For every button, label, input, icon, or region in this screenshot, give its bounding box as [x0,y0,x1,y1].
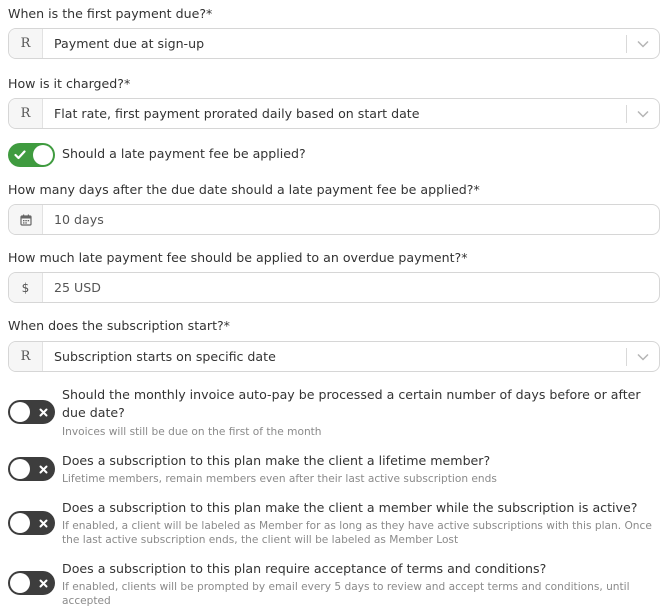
late-fee-toggle[interactable] [8,143,55,167]
late-days-input[interactable]: 10 days [8,204,660,235]
autopay-offset-hint: Invoices will still be due on the first … [62,426,322,438]
late-days-label: How many days after the due date should … [8,182,480,197]
late-amount-input[interactable]: $ 25 USD [8,272,660,303]
charged-prefix: R [9,99,43,128]
close-icon [39,571,48,595]
close-icon [39,457,48,481]
first-payment-label: When is the first payment due?* [8,6,213,21]
sub-start-label: When does the subscription start?* [8,318,230,333]
autopay-offset-question: Should the monthly invoice auto-pay be p… [62,387,641,420]
close-icon [39,400,48,424]
terms-toggle[interactable] [8,571,55,595]
toggle-knob [10,573,30,593]
charged-label: How is it charged?* [8,76,131,91]
chevron-down-icon[interactable] [627,29,659,58]
check-icon [14,143,26,167]
terms-question: Does a subscription to this plan require… [62,561,547,576]
charged-value: Flat rate, first payment prorated daily … [54,106,420,121]
sub-start-value: Subscription starts on specific date [54,349,276,364]
active-member-question: Does a subscription to this plan make th… [62,500,638,515]
close-icon [39,511,48,535]
late-amount-value: 25 USD [54,280,101,295]
late-fee-toggle-label: Should a late payment fee be applied? [62,146,306,161]
sub-start-prefix: R [9,342,43,371]
first-payment-prefix: R [9,29,43,58]
charged-select[interactable]: R Flat rate, first payment prorated dail… [8,98,660,129]
toggle-knob [10,513,30,533]
terms-hint: If enabled, clients will be prompted by … [62,581,630,607]
chevron-down-icon[interactable] [627,342,659,371]
calendar-icon [9,205,43,234]
chevron-down-icon[interactable] [627,99,659,128]
late-amount-label: How much late payment fee should be appl… [8,250,468,265]
first-payment-value: Payment due at sign-up [54,36,205,51]
lifetime-member-question: Does a subscription to this plan make th… [62,453,491,468]
first-payment-select[interactable]: R Payment due at sign-up [8,28,660,59]
lifetime-member-hint: Lifetime members, remain members even af… [62,473,497,485]
lifetime-member-toggle[interactable] [8,457,55,481]
late-days-value: 10 days [54,212,104,227]
dollar-icon: $ [9,273,43,302]
active-member-hint: If enabled, a client will be labeled as … [62,520,652,546]
sub-start-select[interactable]: R Subscription starts on specific date [8,341,660,372]
autopay-offset-toggle[interactable] [8,400,55,424]
toggle-knob [33,145,53,165]
toggle-knob [10,459,30,479]
active-member-toggle[interactable] [8,511,55,535]
toggle-knob [10,402,30,422]
